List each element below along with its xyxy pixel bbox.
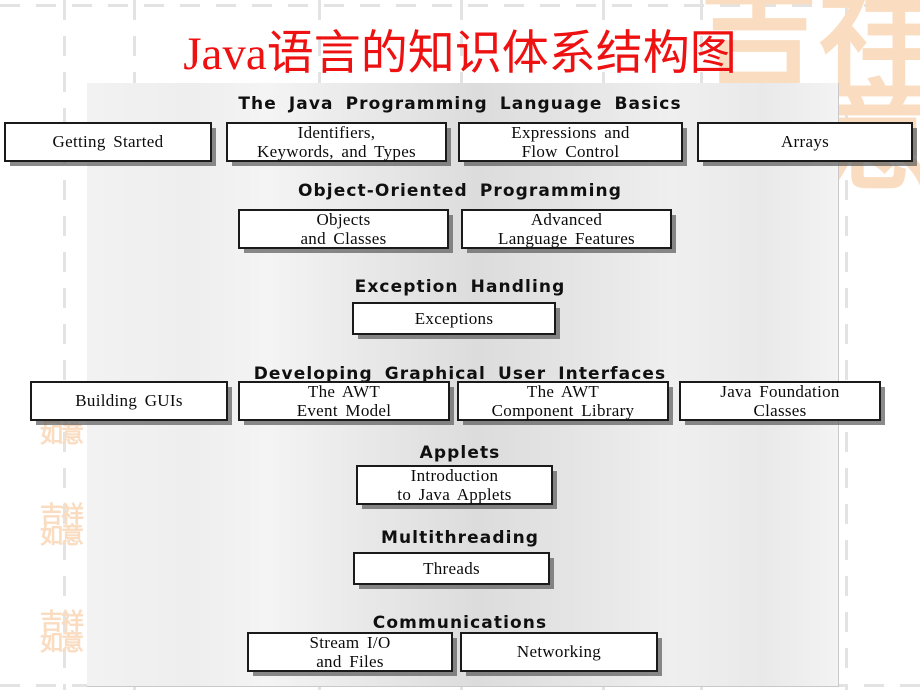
topic-box-getting-started[interactable]: Getting Started: [4, 122, 212, 162]
topic-box-threads[interactable]: Threads: [353, 552, 550, 585]
topic-box-expressions-flow-control[interactable]: Expressions and Flow Control: [458, 122, 683, 162]
topic-box-awt-event-model[interactable]: The AWT Event Model: [238, 381, 450, 421]
page-title: Java语言的知识体系结构图: [183, 28, 737, 80]
slide-canvas: 吉祥 如意 吉祥 如意 吉祥 如意 吉祥 如意 Java语言的知识体系结构图 T…: [0, 0, 920, 690]
topic-box-introduction-to-java-applets[interactable]: Introduction to Java Applets: [356, 465, 553, 505]
topic-box-objects-and-classes[interactable]: Objects and Classes: [238, 209, 449, 249]
topic-box-advanced-language-features[interactable]: Advanced Language Features: [461, 209, 672, 249]
section-heading-java-basics: The Java Programming Language Basics: [238, 94, 682, 114]
topic-box-exceptions[interactable]: Exceptions: [352, 302, 556, 335]
section-heading-communications: Communications: [372, 613, 548, 633]
topic-box-java-foundation-classes[interactable]: Java Foundation Classes: [679, 381, 881, 421]
topic-box-building-guis[interactable]: Building GUIs: [30, 381, 228, 421]
section-heading-object-oriented-programming: Object-Oriented Programming: [297, 181, 623, 201]
section-heading-exception-handling: Exception Handling: [354, 277, 566, 297]
topic-box-awt-component-library[interactable]: The AWT Component Library: [457, 381, 669, 421]
topic-box-networking[interactable]: Networking: [460, 632, 658, 672]
section-heading-multithreading: Multithreading: [380, 528, 540, 548]
section-heading-applets: Applets: [419, 443, 501, 463]
topic-box-identifiers-keywords-types[interactable]: Identifiers, Keywords, and Types: [226, 122, 447, 162]
topic-box-arrays[interactable]: Arrays: [697, 122, 913, 162]
topic-box-stream-io-and-files[interactable]: Stream I/O and Files: [247, 632, 453, 672]
